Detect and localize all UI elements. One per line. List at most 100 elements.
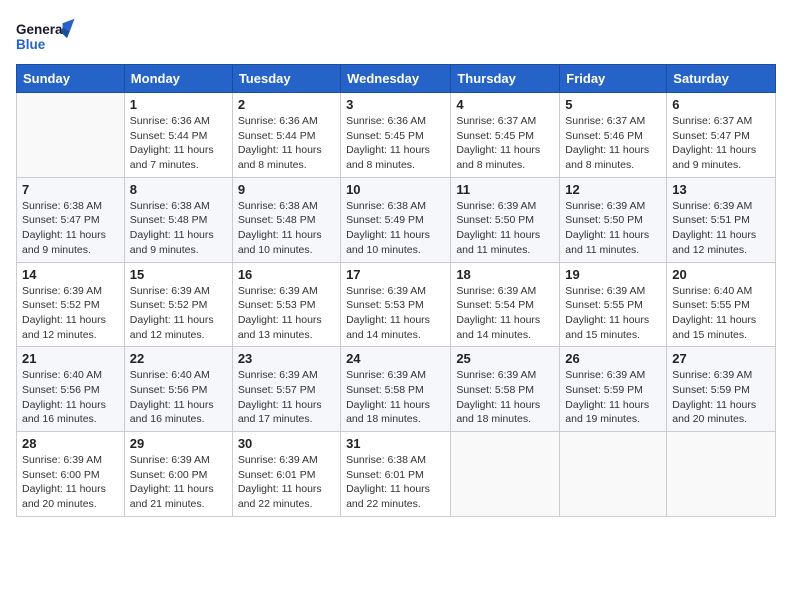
day-number: 3: [346, 97, 445, 112]
day-info: Sunrise: 6:39 AM Sunset: 5:54 PM Dayligh…: [456, 284, 554, 343]
day-number: 15: [130, 267, 227, 282]
week-row-2: 7 Sunrise: 6:38 AM Sunset: 5:47 PM Daylig…: [17, 177, 776, 262]
day-number: 1: [130, 97, 227, 112]
day-number: 11: [456, 182, 554, 197]
day-info: Sunrise: 6:39 AM Sunset: 6:01 PM Dayligh…: [238, 453, 335, 512]
day-info: Sunrise: 6:39 AM Sunset: 5:53 PM Dayligh…: [238, 284, 335, 343]
svg-text:Blue: Blue: [16, 37, 46, 52]
day-number: 18: [456, 267, 554, 282]
header-wednesday: Wednesday: [341, 65, 451, 93]
day-number: 17: [346, 267, 445, 282]
day-number: 20: [672, 267, 770, 282]
day-info: Sunrise: 6:39 AM Sunset: 5:50 PM Dayligh…: [565, 199, 661, 258]
page-header: General Blue: [16, 16, 776, 56]
week-row-3: 14 Sunrise: 6:39 AM Sunset: 5:52 PM Dayli…: [17, 262, 776, 347]
day-info: Sunrise: 6:39 AM Sunset: 5:50 PM Dayligh…: [456, 199, 554, 258]
day-number: 2: [238, 97, 335, 112]
week-row-5: 28 Sunrise: 6:39 AM Sunset: 6:00 PM Dayli…: [17, 432, 776, 517]
day-info: Sunrise: 6:39 AM Sunset: 5:52 PM Dayligh…: [130, 284, 227, 343]
day-info: Sunrise: 6:38 AM Sunset: 5:48 PM Dayligh…: [238, 199, 335, 258]
day-info: Sunrise: 6:36 AM Sunset: 5:44 PM Dayligh…: [238, 114, 335, 173]
day-number: 28: [22, 436, 119, 451]
logo: General Blue: [16, 16, 76, 56]
day-number: 8: [130, 182, 227, 197]
day-info: Sunrise: 6:39 AM Sunset: 5:51 PM Dayligh…: [672, 199, 770, 258]
day-info: Sunrise: 6:37 AM Sunset: 5:45 PM Dayligh…: [456, 114, 554, 173]
day-number: 30: [238, 436, 335, 451]
day-info: Sunrise: 6:40 AM Sunset: 5:56 PM Dayligh…: [22, 368, 119, 427]
calendar-cell: [560, 432, 667, 517]
day-number: 13: [672, 182, 770, 197]
calendar-cell: 20 Sunrise: 6:40 AM Sunset: 5:55 PM Dayli…: [667, 262, 776, 347]
header-tuesday: Tuesday: [232, 65, 340, 93]
day-number: 24: [346, 351, 445, 366]
day-info: Sunrise: 6:39 AM Sunset: 5:59 PM Dayligh…: [672, 368, 770, 427]
header-saturday: Saturday: [667, 65, 776, 93]
day-info: Sunrise: 6:37 AM Sunset: 5:46 PM Dayligh…: [565, 114, 661, 173]
day-info: Sunrise: 6:39 AM Sunset: 5:53 PM Dayligh…: [346, 284, 445, 343]
day-info: Sunrise: 6:38 AM Sunset: 5:49 PM Dayligh…: [346, 199, 445, 258]
week-row-1: 1 Sunrise: 6:36 AM Sunset: 5:44 PM Daylig…: [17, 93, 776, 178]
day-info: Sunrise: 6:39 AM Sunset: 5:55 PM Dayligh…: [565, 284, 661, 343]
day-number: 19: [565, 267, 661, 282]
day-number: 21: [22, 351, 119, 366]
day-info: Sunrise: 6:39 AM Sunset: 6:00 PM Dayligh…: [22, 453, 119, 512]
day-info: Sunrise: 6:39 AM Sunset: 6:00 PM Dayligh…: [130, 453, 227, 512]
day-number: 10: [346, 182, 445, 197]
calendar-table: SundayMondayTuesdayWednesdayThursdayFrid…: [16, 64, 776, 517]
calendar-cell: 24Sunrise: 6:39 AM Sunset: 5:58 PM Dayli…: [341, 347, 451, 432]
day-info: Sunrise: 6:40 AM Sunset: 5:56 PM Dayligh…: [130, 368, 227, 427]
calendar-cell: 25 Sunrise: 6:39 AM Sunset: 5:58 PM Dayli…: [451, 347, 560, 432]
calendar-cell: 23 Sunrise: 6:39 AM Sunset: 5:57 PM Dayli…: [232, 347, 340, 432]
header-thursday: Thursday: [451, 65, 560, 93]
day-number: 6: [672, 97, 770, 112]
calendar-cell: 27 Sunrise: 6:39 AM Sunset: 5:59 PM Dayli…: [667, 347, 776, 432]
day-info: Sunrise: 6:38 AM Sunset: 5:48 PM Dayligh…: [130, 199, 227, 258]
day-number: 25: [456, 351, 554, 366]
calendar-cell: 30 Sunrise: 6:39 AM Sunset: 6:01 PM Dayli…: [232, 432, 340, 517]
calendar-cell: 8 Sunrise: 6:38 AM Sunset: 5:48 PM Daylig…: [124, 177, 232, 262]
calendar-cell: 3 Sunrise: 6:36 AM Sunset: 5:45 PM Daylig…: [341, 93, 451, 178]
day-info: Sunrise: 6:39 AM Sunset: 5:57 PM Dayligh…: [238, 368, 335, 427]
calendar-cell: 15 Sunrise: 6:39 AM Sunset: 5:52 PM Dayli…: [124, 262, 232, 347]
header-friday: Friday: [560, 65, 667, 93]
week-row-4: 21 Sunrise: 6:40 AM Sunset: 5:56 PM Dayli…: [17, 347, 776, 432]
header-sunday: Sunday: [17, 65, 125, 93]
calendar-cell: 2 Sunrise: 6:36 AM Sunset: 5:44 PM Daylig…: [232, 93, 340, 178]
calendar-cell: 22Sunrise: 6:40 AM Sunset: 5:56 PM Dayli…: [124, 347, 232, 432]
day-number: 27: [672, 351, 770, 366]
day-number: 4: [456, 97, 554, 112]
day-info: Sunrise: 6:37 AM Sunset: 5:47 PM Dayligh…: [672, 114, 770, 173]
calendar-cell: [17, 93, 125, 178]
day-number: 23: [238, 351, 335, 366]
calendar-cell: 4 Sunrise: 6:37 AM Sunset: 5:45 PM Daylig…: [451, 93, 560, 178]
day-info: Sunrise: 6:39 AM Sunset: 5:52 PM Dayligh…: [22, 284, 119, 343]
day-number: 12: [565, 182, 661, 197]
calendar-cell: 5Sunrise: 6:37 AM Sunset: 5:46 PM Daylig…: [560, 93, 667, 178]
day-number: 9: [238, 182, 335, 197]
day-info: Sunrise: 6:40 AM Sunset: 5:55 PM Dayligh…: [672, 284, 770, 343]
calendar-cell: 11 Sunrise: 6:39 AM Sunset: 5:50 PM Dayli…: [451, 177, 560, 262]
calendar-cell: 19 Sunrise: 6:39 AM Sunset: 5:55 PM Dayli…: [560, 262, 667, 347]
day-info: Sunrise: 6:38 AM Sunset: 6:01 PM Dayligh…: [346, 453, 445, 512]
calendar-cell: 16Sunrise: 6:39 AM Sunset: 5:53 PM Dayli…: [232, 262, 340, 347]
calendar-cell: 28 Sunrise: 6:39 AM Sunset: 6:00 PM Dayli…: [17, 432, 125, 517]
svg-text:General: General: [16, 22, 66, 37]
day-info: Sunrise: 6:39 AM Sunset: 5:58 PM Dayligh…: [456, 368, 554, 427]
calendar-cell: 9 Sunrise: 6:38 AM Sunset: 5:48 PM Daylig…: [232, 177, 340, 262]
day-number: 31: [346, 436, 445, 451]
calendar-cell: 13 Sunrise: 6:39 AM Sunset: 5:51 PM Dayli…: [667, 177, 776, 262]
day-info: Sunrise: 6:38 AM Sunset: 5:47 PM Dayligh…: [22, 199, 119, 258]
calendar-cell: 1 Sunrise: 6:36 AM Sunset: 5:44 PM Daylig…: [124, 93, 232, 178]
day-number: 7: [22, 182, 119, 197]
calendar-cell: 18 Sunrise: 6:39 AM Sunset: 5:54 PM Dayli…: [451, 262, 560, 347]
day-number: 14: [22, 267, 119, 282]
day-info: Sunrise: 6:36 AM Sunset: 5:44 PM Dayligh…: [130, 114, 227, 173]
logo-icon: General Blue: [16, 16, 76, 56]
calendar-cell: 12 Sunrise: 6:39 AM Sunset: 5:50 PM Dayli…: [560, 177, 667, 262]
calendar-cell: [451, 432, 560, 517]
day-number: 29: [130, 436, 227, 451]
calendar-cell: 7 Sunrise: 6:38 AM Sunset: 5:47 PM Daylig…: [17, 177, 125, 262]
day-info: Sunrise: 6:36 AM Sunset: 5:45 PM Dayligh…: [346, 114, 445, 173]
calendar-cell: 10 Sunrise: 6:38 AM Sunset: 5:49 PM Dayli…: [341, 177, 451, 262]
